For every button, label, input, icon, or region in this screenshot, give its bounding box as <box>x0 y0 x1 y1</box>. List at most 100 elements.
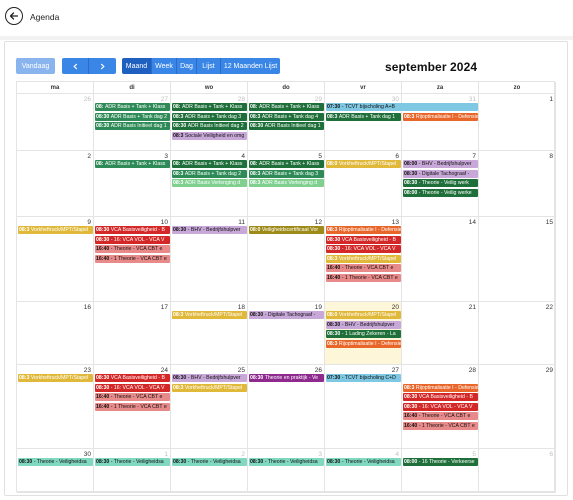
calendar-event[interactable]: 08:3 Rijoptimalisatie I - Defensie <box>326 226 401 234</box>
calendar-event[interactable]: 08: ADR Basis + Tank + Klass <box>249 160 324 168</box>
day-number[interactable]: 2 <box>87 153 91 160</box>
day-number[interactable]: 31 <box>469 96 476 103</box>
view-month-button[interactable]: Maand <box>122 58 152 74</box>
day-cell[interactable]: 21 <box>402 302 479 365</box>
calendar-event[interactable]: 08:30 Theorie en praktijk - Ve <box>249 374 324 382</box>
calendar-event[interactable]: 16:40 - 1 Theorie - VCA CBT e <box>326 274 401 282</box>
calendar-event[interactable]: 08:30 ADR Basis Initieel dag 1 <box>249 122 324 131</box>
calendar-event[interactable]: 08:00 - BHV - Bedrijfshulpver <box>403 160 478 168</box>
day-cell[interactable]: 1 <box>94 449 171 493</box>
calendar-event[interactable]: 08:30 VCA Basisveiligheid - B <box>403 393 478 402</box>
day-number[interactable]: 5 <box>318 153 322 160</box>
calendar-event[interactable]: 08:30 ADR Basis + Tank dag 2 <box>95 112 170 121</box>
calendar-event[interactable]: 08:3 ADR Basis + Tank dag 1 <box>326 112 401 121</box>
day-number[interactable]: 1 <box>549 96 553 103</box>
calendar-event[interactable]: 16:40 - Theorie - VCA CBT e <box>403 412 478 421</box>
day-number[interactable]: 3 <box>318 451 322 458</box>
day-number[interactable]: 30 <box>84 451 91 458</box>
day-number[interactable]: 12 <box>315 219 322 226</box>
day-cell[interactable]: 26 <box>17 94 94 151</box>
calendar-event[interactable]: 08:30 - Theorie - Veiligheidsa <box>172 458 247 466</box>
day-number[interactable]: 11 <box>238 219 245 226</box>
day-number[interactable]: 14 <box>469 219 476 226</box>
calendar-event[interactable]: 08:30 - BHV - Bedrijfshulpver <box>172 226 247 234</box>
day-cell[interactable]: 8 <box>479 151 556 217</box>
day-number[interactable]: 28 <box>469 367 476 374</box>
calendar-event[interactable]: 08:30 - BHV - Bedrijfshulpver <box>172 374 247 382</box>
day-number[interactable]: 30 <box>392 96 399 103</box>
day-number[interactable]: 9 <box>87 219 91 226</box>
prev-button[interactable] <box>62 58 89 74</box>
day-cell[interactable]: 1 <box>479 94 556 151</box>
day-number[interactable]: 3 <box>164 153 168 160</box>
calendar-event[interactable]: 08:3 Rijoptimalisatie I - Defensie <box>403 383 478 392</box>
day-number[interactable]: 29 <box>546 367 553 374</box>
calendar-event[interactable]: 08: ADR Basis + Tank + Klass <box>249 103 324 111</box>
calendar-event[interactable]: 08:30 - 16: VCA VOL - VCA V <box>95 235 170 244</box>
day-number[interactable]: 27 <box>161 96 168 103</box>
day-cell[interactable]: 15 <box>479 217 556 302</box>
calendar-event[interactable]: 08:3 ADR Basis Verlenging d <box>172 179 247 188</box>
day-number[interactable]: 10 <box>161 219 168 226</box>
day-number[interactable]: 8 <box>549 153 553 160</box>
day-number[interactable]: 5 <box>472 451 476 458</box>
day-cell[interactable]: 16 <box>17 302 94 365</box>
calendar-event[interactable]: 08:30 VCA Basisveiligheid - B <box>326 235 401 244</box>
calendar-event[interactable]: 08:30 - 1 Lading Zekeren - La <box>326 330 401 339</box>
day-cell[interactable]: 2 <box>171 449 248 493</box>
day-cell[interactable]: 2 <box>17 151 94 217</box>
day-cell[interactable]: 30 <box>17 449 94 493</box>
calendar-event[interactable]: 08:00 - 16 Theorie - Verkeerse <box>403 458 478 466</box>
calendar-event[interactable]: 16:40 - 1 Theorie - VCA CBT e <box>95 254 170 263</box>
day-number[interactable]: 21 <box>469 304 476 311</box>
calendar-event[interactable]: 07:30 - TCVT bijscholing C+D <box>326 374 401 382</box>
day-cell[interactable]: 4 <box>325 449 402 493</box>
view-week-button[interactable]: Week <box>152 58 177 74</box>
calendar-event[interactable]: 08:30 - Theorie - Veiligheidsa <box>249 458 324 466</box>
day-number[interactable]: 15 <box>546 219 553 226</box>
day-number[interactable]: 4 <box>241 153 245 160</box>
day-number[interactable]: 24 <box>161 367 168 374</box>
calendar-event[interactable]: 16:40 - Theorie - VCA CBT e <box>95 245 170 254</box>
day-number[interactable]: 6 <box>549 451 553 458</box>
day-cell[interactable]: 6 <box>479 449 556 493</box>
day-number[interactable]: 16 <box>84 304 91 311</box>
calendar-event[interactable]: 08: ADR Basis + Tank + Klass <box>95 103 170 111</box>
calendar-event[interactable]: 08:3 Vorkheftruck/MPT/Stapel <box>172 311 247 319</box>
calendar-event[interactable]: 07:30 - TCVT bijscholing A+B <box>326 103 478 111</box>
day-number[interactable]: 6 <box>395 153 399 160</box>
calendar-event[interactable]: 08:30 - Theorie - Veilig werk <box>403 179 478 188</box>
day-number[interactable]: 19 <box>315 304 322 311</box>
day-cell[interactable]: 22 <box>479 302 556 365</box>
day-number[interactable]: 20 <box>392 304 399 311</box>
day-number[interactable]: 28 <box>238 96 245 103</box>
calendar-event[interactable]: 08:30 - 16: VCA VOL - VCA V <box>403 402 478 411</box>
calendar-event[interactable]: 16:40 - Theorie - VCA CBT e <box>95 393 170 402</box>
calendar-event[interactable]: 08:00 - Theorie - Veilig werke <box>403 188 478 197</box>
calendar-event[interactable]: 08:30 VCA Basisveiligheid - B <box>95 374 170 382</box>
day-number[interactable]: 29 <box>315 96 322 103</box>
calendar-event[interactable]: 08:3 Vorkheftruck/MPT/Stapel <box>326 254 401 263</box>
calendar-event[interactable]: 08:0 Vorkheftruck/MPT/Stapel <box>326 311 401 319</box>
calendar-event[interactable]: 08:30 - Digitale Tachograaf - <box>403 169 478 178</box>
calendar-event[interactable]: 08:30 - Theorie - Veiligheidsa <box>18 458 93 466</box>
view-list-button[interactable]: Lijst <box>197 58 221 74</box>
calendar-event[interactable]: 08:3 ADR Basis Verlenging d <box>249 179 324 188</box>
calendar-event[interactable]: 08:3 Vorkheftruck/MPT/Stapel <box>172 383 247 392</box>
calendar-event[interactable]: 08:3 Vorkheftruck/MPT/Stapel <box>18 374 93 382</box>
back-button[interactable] <box>5 7 23 25</box>
day-number[interactable]: 17 <box>161 304 168 311</box>
day-number[interactable]: 27 <box>392 367 399 374</box>
calendar-event[interactable]: 08:3 Sociale Veiligheid en omg <box>172 131 247 140</box>
day-number[interactable]: 7 <box>472 153 476 160</box>
calendar-event[interactable]: 08:3 ADR Basis + Tank dag 4 <box>249 112 324 121</box>
today-button[interactable]: Vandaag <box>16 58 55 74</box>
calendar-event[interactable]: 08:30 ADR Basis Initieel dag 2 <box>172 122 247 131</box>
calendar-event[interactable]: 08:3 Vorkheftruck/MPT/Stapel <box>18 226 93 234</box>
day-number[interactable]: 25 <box>238 367 245 374</box>
calendar-event[interactable]: 08:0 Veiligheidscertificaat Vor <box>249 226 324 234</box>
calendar-event[interactable]: 08: ADR Basis + Tank + Klass <box>172 160 247 168</box>
calendar-event[interactable]: 08:3 Rijoptimalisatie I - Defensie <box>326 339 401 348</box>
next-button[interactable] <box>89 58 116 74</box>
calendar-event[interactable]: 16:40 - 1 Theorie - VCA CBT e <box>403 422 478 430</box>
